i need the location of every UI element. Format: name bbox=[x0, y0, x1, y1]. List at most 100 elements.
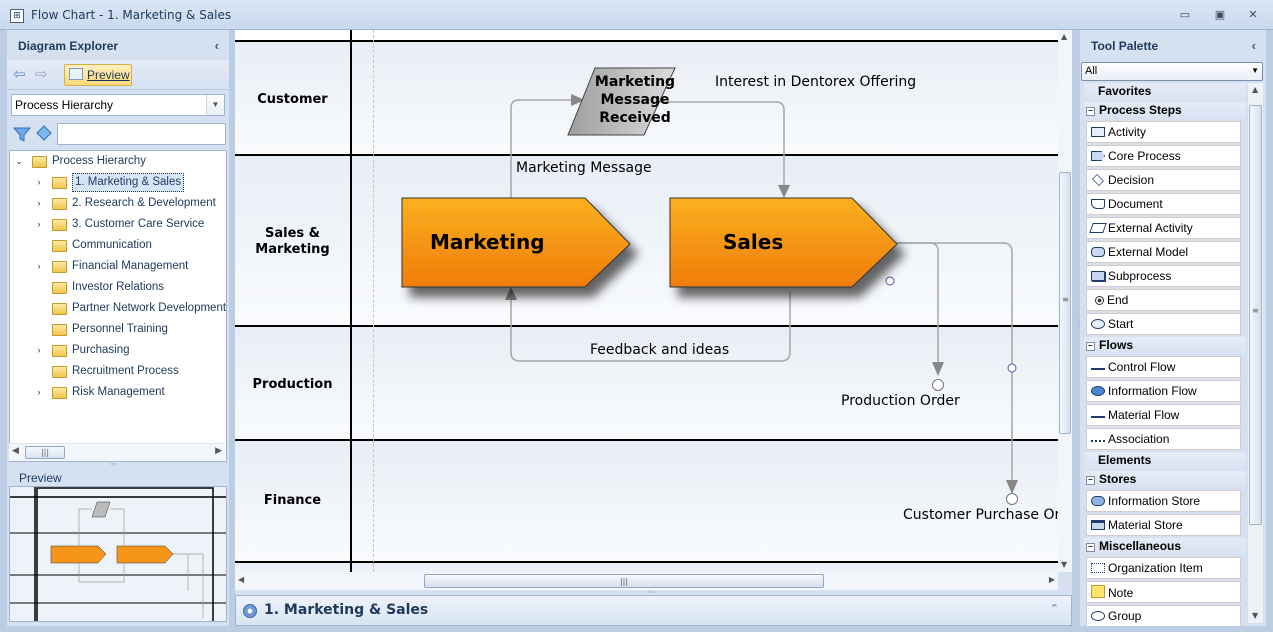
expand-chevron-icon[interactable]: ⌃ bbox=[1050, 602, 1059, 615]
subprocess-icon bbox=[1091, 271, 1105, 281]
scroll-right-icon[interactable]: ▶ bbox=[215, 446, 222, 456]
palette-item[interactable]: Material Flow bbox=[1086, 404, 1241, 426]
tree-item-label: Financial Management bbox=[72, 260, 189, 272]
expand-arrow-icon[interactable]: › bbox=[34, 173, 44, 192]
palette-scrollbar[interactable]: ▲ ≡ ▼ bbox=[1248, 83, 1263, 623]
palette-item[interactable]: Material Store bbox=[1086, 514, 1241, 536]
association-icon bbox=[1091, 440, 1105, 444]
palette-item[interactable]: Document bbox=[1086, 193, 1241, 215]
expand-arrow-icon[interactable]: › bbox=[34, 194, 44, 213]
folder-icon bbox=[52, 219, 67, 231]
palette-item-label: External Model bbox=[1108, 245, 1189, 259]
palette-item[interactable]: Control Flow bbox=[1086, 356, 1241, 378]
folder-icon bbox=[52, 177, 67, 189]
connector-marketing-to-message bbox=[510, 99, 575, 198]
palette-item-label: External Activity bbox=[1108, 221, 1193, 235]
palette-item-label: Material Store bbox=[1108, 518, 1183, 532]
palette-item[interactable]: Note bbox=[1086, 581, 1241, 603]
connector-production-order bbox=[897, 242, 939, 365]
preview-button[interactable]: Preview bbox=[64, 64, 132, 86]
palette-item[interactable]: Decision bbox=[1086, 169, 1241, 191]
scroll-left-icon[interactable]: ◀ bbox=[12, 446, 19, 456]
palette-item[interactable]: Start bbox=[1086, 313, 1241, 335]
palette-item[interactable]: External Model bbox=[1086, 241, 1241, 263]
external-model-icon bbox=[1091, 247, 1105, 257]
palette-item[interactable]: Subprocess bbox=[1086, 265, 1241, 287]
preview-thumbnail[interactable] bbox=[9, 486, 227, 622]
tree-horizontal-scrollbar[interactable]: ◀ ||| ▶ bbox=[9, 443, 225, 461]
palette-filter-select[interactable]: All ▼ bbox=[1081, 62, 1263, 81]
restore-button[interactable]: ▣ bbox=[1212, 8, 1228, 22]
palette-group-header[interactable]: – Process Steps bbox=[1084, 102, 1246, 120]
palette-item-label: End bbox=[1107, 293, 1129, 307]
palette-group-label: Process Steps bbox=[1099, 103, 1182, 117]
collapse-arrow-icon[interactable]: ⌄ bbox=[14, 152, 24, 171]
diagram-tab[interactable]: 1. Marketing & Sales ⌃ bbox=[235, 595, 1072, 626]
palette-item[interactable]: Information Store bbox=[1086, 490, 1241, 512]
expand-arrow-icon[interactable]: › bbox=[34, 383, 44, 402]
tree-item-label: Risk Management bbox=[72, 386, 165, 398]
back-arrow-icon[interactable]: ⇦ bbox=[13, 67, 29, 82]
collapse-panel-icon[interactable]: ‹ bbox=[215, 38, 219, 53]
scroll-right-icon[interactable]: ▶ bbox=[1049, 575, 1055, 584]
palette-item[interactable]: Information Flow bbox=[1086, 380, 1241, 402]
collapse-panel-icon[interactable]: ‹ bbox=[1252, 38, 1256, 53]
chevron-down-icon[interactable]: ▼ bbox=[206, 95, 224, 115]
collapse-toggle-icon[interactable]: – bbox=[1086, 107, 1095, 116]
vertical-scroll-thumb[interactable]: ≡ bbox=[1059, 172, 1071, 434]
filter-funnel-icon[interactable] bbox=[13, 126, 31, 142]
expand-arrow-icon[interactable]: › bbox=[34, 215, 44, 234]
scroll-up-icon[interactable]: ▲ bbox=[1252, 85, 1258, 94]
minimize-button[interactable]: ▭ bbox=[1177, 8, 1193, 22]
filter-input[interactable] bbox=[57, 123, 226, 145]
close-button[interactable]: ✕ bbox=[1245, 8, 1261, 22]
collapse-toggle-icon[interactable]: – bbox=[1086, 476, 1095, 485]
tool-palette-header: Tool Palette ‹ bbox=[1080, 30, 1266, 60]
palette-group-label: Stores bbox=[1099, 472, 1137, 486]
palette-group-header[interactable]: – Stores bbox=[1084, 471, 1246, 489]
palette-item-label: Material Flow bbox=[1108, 408, 1180, 422]
marketing-shape-label[interactable]: Marketing bbox=[430, 230, 545, 254]
sales-shape-label[interactable]: Sales bbox=[723, 230, 783, 254]
info-icon bbox=[1007, 363, 1017, 373]
collapse-toggle-icon[interactable]: – bbox=[1086, 543, 1095, 552]
view-select[interactable]: Process Hierarchy ▼ bbox=[11, 94, 225, 116]
palette-item[interactable]: Association bbox=[1086, 428, 1241, 450]
folder-icon bbox=[52, 240, 67, 252]
palette-item[interactable]: Activity bbox=[1086, 121, 1241, 143]
palette-item[interactable]: Organization Item bbox=[1086, 557, 1241, 579]
canvas-vertical-scrollbar[interactable]: ▲ ≡ ▼ bbox=[1058, 30, 1072, 572]
forward-arrow-icon[interactable]: ⇨ bbox=[35, 67, 51, 82]
scroll-left-icon[interactable]: ◀ bbox=[238, 575, 244, 584]
expand-arrow-icon[interactable]: › bbox=[34, 341, 44, 360]
scroll-up-icon[interactable]: ▲ bbox=[1061, 32, 1067, 41]
palette-group-header[interactable]: – Flows bbox=[1084, 337, 1246, 355]
expand-arrow-icon[interactable]: › bbox=[34, 257, 44, 276]
palette-scroll-thumb[interactable]: ≡ bbox=[1249, 105, 1262, 525]
palette-group-label: Elements bbox=[1098, 453, 1152, 467]
palette-item[interactable]: External Activity bbox=[1086, 217, 1241, 239]
preview-panel: Preview bbox=[7, 468, 229, 626]
information-flow-icon bbox=[1091, 386, 1105, 396]
palette-item[interactable]: End bbox=[1086, 289, 1241, 311]
diagram-tab-title: 1. Marketing & Sales bbox=[264, 602, 429, 618]
chevron-down-icon[interactable]: ▼ bbox=[1251, 66, 1259, 75]
scroll-down-icon[interactable]: ▼ bbox=[1252, 611, 1258, 620]
scroll-down-icon[interactable]: ▼ bbox=[1061, 560, 1067, 569]
diagram-canvas[interactable]: Customer Sales & Marketing Production Fin… bbox=[235, 30, 1058, 572]
palette-group-header[interactable]: – Miscellaneous bbox=[1084, 538, 1246, 556]
external-activity-icon bbox=[1089, 223, 1107, 233]
folder-icon bbox=[32, 156, 47, 168]
message-received-label[interactable]: Marketing Message Received bbox=[585, 73, 685, 127]
palette-item[interactable]: Core Process bbox=[1086, 145, 1241, 167]
scroll-thumb[interactable]: ||| bbox=[25, 446, 65, 459]
collapse-toggle-icon[interactable]: – bbox=[1086, 342, 1095, 351]
folder-icon bbox=[52, 345, 67, 357]
horizontal-scroll-thumb[interactable]: ||| bbox=[424, 574, 824, 588]
diamond-shape-icon[interactable] bbox=[36, 125, 52, 141]
palette-group-header[interactable]: Favorites bbox=[1084, 83, 1246, 101]
palette-item-label: Information Flow bbox=[1108, 384, 1197, 398]
palette-item-label: Core Process bbox=[1108, 149, 1181, 163]
palette-item[interactable]: Group bbox=[1086, 605, 1241, 626]
palette-group-header[interactable]: Elements bbox=[1084, 452, 1246, 470]
